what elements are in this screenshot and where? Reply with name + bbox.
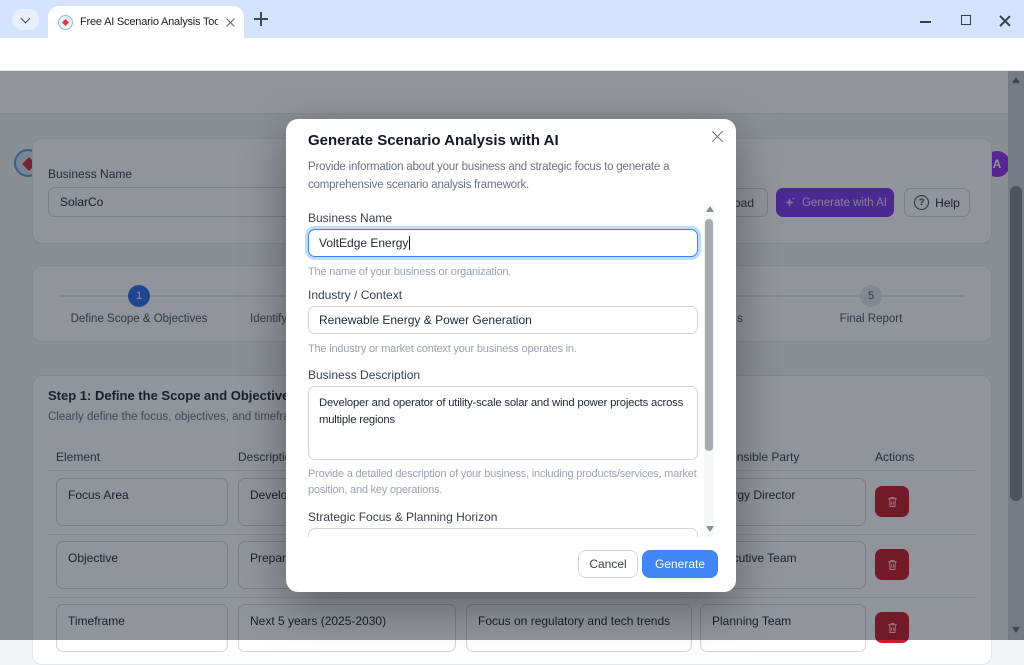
generate-button[interactable]: Generate (642, 550, 718, 578)
cancel-button[interactable]: Cancel (578, 550, 638, 578)
modal-industry-input[interactable]: Renewable Energy & Power Generation (308, 306, 698, 334)
modal-scroll-area[interactable]: Business Name VoltEdge Energy The name o… (286, 201, 722, 537)
modal-title: Generate Scenario Analysis with AI (308, 132, 559, 149)
modal-close-icon[interactable] (711, 130, 723, 142)
modal-industry-label: Industry / Context (308, 288, 403, 302)
modal-business-name-value: VoltEdge Energy (319, 236, 409, 250)
text-caret (409, 236, 411, 250)
modal-strategic-label: Strategic Focus & Planning Horizon (308, 510, 498, 524)
modal-scroll-down-icon[interactable] (706, 526, 714, 532)
modal-scroll-up-icon[interactable] (706, 206, 714, 212)
modal-business-name-input[interactable]: VoltEdge Energy (308, 229, 698, 257)
modal-strategic-input[interactable] (308, 528, 698, 537)
modal-description-helper: Provide a detailed description of your b… (308, 468, 697, 496)
modal-description-textarea[interactable]: Developer and operator of utility-scale … (308, 386, 698, 460)
modal-business-name-label: Business Name (308, 211, 393, 225)
modal-description-label: Business Description (308, 368, 421, 382)
modal-business-name-helper: The name of your business or organizatio… (308, 266, 512, 278)
modal-industry-helper: The industry or market context your busi… (308, 343, 577, 355)
modal-scrollbar-thumb[interactable] (705, 219, 713, 451)
generate-ai-modal: Generate Scenario Analysis with AI Provi… (286, 119, 736, 592)
modal-description: Provide information about your business … (308, 161, 670, 192)
